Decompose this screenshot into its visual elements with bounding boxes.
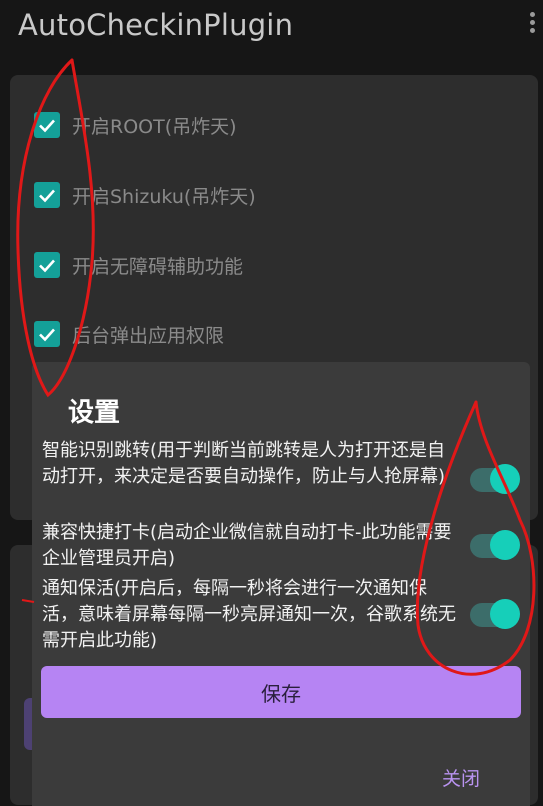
- checkbox-label: 后台弹出应用权限: [72, 324, 225, 347]
- checkbox-label: 开启Shizuku(吊炸天): [72, 185, 256, 208]
- checkbox-background-popup[interactable]: 后台弹出应用权限: [34, 316, 224, 352]
- checkbox-label: 开启无障碍辅助功能: [72, 255, 244, 278]
- checkbox-checked-icon[interactable]: [34, 182, 60, 208]
- toggle-thumb: [490, 599, 520, 629]
- checkbox-checked-icon[interactable]: [34, 252, 60, 278]
- smart-jump-toggle[interactable]: [470, 464, 520, 494]
- app-bar: AutoCheckinPlugin: [0, 0, 543, 62]
- checkbox-root[interactable]: 开启ROOT(吊炸天): [34, 107, 237, 143]
- checkbox-label: 开启ROOT(吊炸天): [72, 115, 237, 138]
- settings-dialog: 设置 智能识别跳转(用于判断当前跳转是人为打开还是自动打开，来决定是否要自动操作…: [32, 362, 530, 806]
- close-button[interactable]: 关闭: [442, 764, 480, 791]
- setting-smart-jump-label: 智能识别跳转(用于判断当前跳转是人为打开还是自动打开，来决定是否要自动操作，防止…: [42, 440, 446, 487]
- app-title: AutoCheckinPlugin: [18, 8, 294, 42]
- setting-notify-keepalive-label: 通知保活(开启后，每隔一秒将会进行一次通知保活，意味着屏幕每隔一秒亮屏通知一次，…: [42, 578, 456, 651]
- notify-keepalive-toggle[interactable]: [470, 599, 520, 629]
- checkbox-shizuku[interactable]: 开启Shizuku(吊炸天): [34, 177, 256, 213]
- checkbox-checked-icon[interactable]: [34, 321, 60, 347]
- save-button[interactable]: 保存: [41, 666, 521, 718]
- toggle-thumb: [490, 530, 520, 560]
- quick-checkin-toggle[interactable]: [470, 530, 520, 560]
- setting-quick-checkin-label: 兼容快捷打卡(启动企业微信就自动打卡-此功能需要企业管理员开启): [42, 522, 452, 569]
- dialog-title: 设置: [68, 398, 121, 428]
- checkbox-accessibility[interactable]: 开启无障碍辅助功能: [34, 247, 243, 283]
- checkbox-checked-icon[interactable]: [34, 112, 60, 138]
- toggle-thumb: [490, 464, 520, 494]
- more-vert-icon[interactable]: [527, 12, 537, 42]
